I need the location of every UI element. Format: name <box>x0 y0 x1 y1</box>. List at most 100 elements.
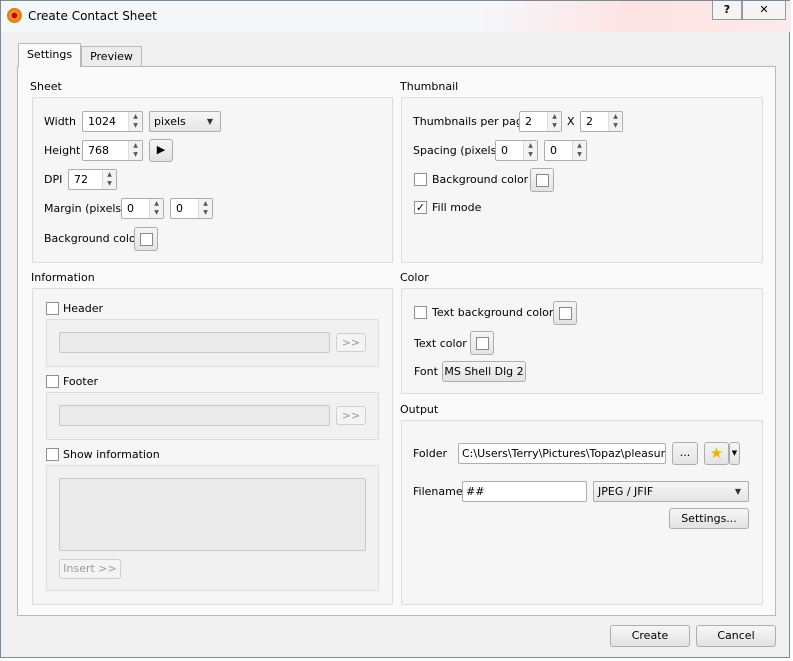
spin-arrows-icon[interactable]: ▲ ▼ <box>102 170 116 189</box>
font-label: Font <box>414 365 438 378</box>
create-button[interactable]: Create <box>610 625 690 647</box>
margin-label: Margin (pixels) <box>44 202 126 215</box>
color-swatch <box>140 233 153 246</box>
play-icon: ▶ <box>156 143 166 156</box>
width-spinbox[interactable]: 1024 ▲ ▼ <box>82 111 143 132</box>
spacing-y-spinbox[interactable]: 0 ▲ ▼ <box>544 140 587 161</box>
footer-label: Footer <box>63 375 98 388</box>
tab-label: Preview <box>90 50 133 63</box>
browse-button[interactable]: ... <box>672 442 698 465</box>
thumb-bg-checkbox[interactable] <box>414 173 427 186</box>
info-textarea[interactable] <box>59 478 366 551</box>
insert-button[interactable]: Insert >> <box>59 559 121 579</box>
information-title: Information <box>31 271 95 284</box>
app-icon <box>7 8 22 23</box>
color-swatch <box>559 307 572 320</box>
text-color-label: Text color <box>414 337 467 350</box>
unit-value: pixels <box>154 115 186 128</box>
favorites-button[interactable]: ★ <box>704 442 729 465</box>
spacing-x-value: 0 <box>501 144 508 157</box>
show-info-label: Show information <box>63 448 160 461</box>
format-settings-button[interactable]: Settings... <box>669 508 749 529</box>
width-label: Width <box>44 115 76 128</box>
favorites-dropdown-button[interactable]: ▼ <box>729 442 740 465</box>
sheet-title: Sheet <box>30 80 62 93</box>
spin-arrows-icon[interactable]: ▲ ▼ <box>547 112 561 131</box>
footer-checkbox[interactable] <box>46 375 59 388</box>
margin-y-spinbox[interactable]: 0 ▲ ▼ <box>170 198 213 219</box>
star-icon: ★ <box>709 444 724 462</box>
margin-x-spinbox[interactable]: 0 ▲ ▼ <box>121 198 164 219</box>
cols-spinbox[interactable]: 2 ▲ ▼ <box>519 111 562 132</box>
dpi-value: 72 <box>74 173 88 186</box>
chevron-down-icon: ▼ <box>734 487 741 496</box>
rows-value: 2 <box>586 115 593 128</box>
font-button[interactable]: MS Shell Dlg 2 <box>442 361 526 382</box>
per-page-label: Thumbnails per page <box>413 115 530 128</box>
width-value: 1024 <box>88 115 116 128</box>
sheet-bg-color-button[interactable] <box>134 227 158 251</box>
format-select[interactable]: JPEG / JFIF ▼ <box>593 481 749 502</box>
thumb-bg-color-button[interactable] <box>530 168 554 192</box>
text-bg-label: Text background color <box>432 306 554 319</box>
sheet-bg-label: Background color <box>44 232 141 245</box>
header-input[interactable] <box>59 332 330 353</box>
fill-mode-label: Fill mode <box>432 201 482 214</box>
output-title: Output <box>400 403 439 416</box>
format-value: JPEG / JFIF <box>598 485 654 498</box>
dpi-label: DPI <box>44 173 63 186</box>
text-bg-checkbox[interactable] <box>414 306 427 319</box>
spin-arrows-icon[interactable]: ▲ ▼ <box>572 141 586 160</box>
filename-input[interactable]: ## <box>462 481 587 502</box>
spin-arrows-icon[interactable]: ▲ ▼ <box>608 112 622 131</box>
height-value: 768 <box>88 144 109 157</box>
height-spinbox[interactable]: 768 ▲ ▼ <box>82 140 143 161</box>
text-bg-color-button[interactable] <box>553 301 577 325</box>
folder-input[interactable]: C:\Users\Terry\Pictures\Topaz\pleasure1 <box>458 443 666 464</box>
spin-arrows-icon[interactable]: ▲ ▼ <box>149 199 163 218</box>
help-icon: ? <box>723 3 731 16</box>
color-title: Color <box>400 271 429 284</box>
height-label: Height <box>44 144 81 157</box>
show-info-checkbox[interactable] <box>46 448 59 461</box>
header-label: Header <box>63 302 104 315</box>
folder-label: Folder <box>413 447 447 460</box>
spacing-y-value: 0 <box>550 144 557 157</box>
color-swatch <box>536 174 549 187</box>
thumbnail-title: Thumbnail <box>400 80 459 93</box>
unit-select[interactable]: pixels ▼ <box>149 111 221 132</box>
header-insert-button[interactable]: >> <box>336 333 366 352</box>
color-swatch <box>476 337 489 350</box>
close-button[interactable]: ✕ <box>742 1 786 20</box>
spin-arrows-icon[interactable]: ▲ ▼ <box>128 141 142 160</box>
title-bar: Create Contact Sheet ? ✕ <box>1 1 791 32</box>
text-color-button[interactable] <box>470 331 494 355</box>
tab-settings[interactable]: Settings <box>18 43 81 67</box>
tab-preview[interactable]: Preview <box>81 46 142 67</box>
window-title: Create Contact Sheet <box>28 9 157 23</box>
footer-input[interactable] <box>59 405 330 426</box>
spacing-x-spinbox[interactable]: 0 ▲ ▼ <box>495 140 538 161</box>
close-icon: ✕ <box>759 3 769 16</box>
spin-arrows-icon[interactable]: ▲ ▼ <box>128 112 142 131</box>
rows-spinbox[interactable]: 2 ▲ ▼ <box>580 111 623 132</box>
margin-x-value: 0 <box>127 202 134 215</box>
x-label: X <box>567 115 575 128</box>
spacing-label: Spacing (pixels) <box>413 144 501 157</box>
filename-label: Filename <box>413 485 463 498</box>
fill-mode-checkbox[interactable]: ✓ <box>414 201 427 214</box>
swap-orientation-button[interactable]: ▶ <box>149 139 173 162</box>
cols-value: 2 <box>525 115 532 128</box>
dpi-spinbox[interactable]: 72 ▲ ▼ <box>68 169 117 190</box>
spin-arrows-icon[interactable]: ▲ ▼ <box>523 141 537 160</box>
tab-label: Settings <box>26 48 73 61</box>
chevron-down-icon: ▼ <box>731 449 738 457</box>
footer-insert-button[interactable]: >> <box>336 406 366 425</box>
thumb-bg-label: Background color <box>432 173 529 186</box>
help-button[interactable]: ? <box>712 1 742 20</box>
cancel-button[interactable]: Cancel <box>696 625 776 647</box>
spin-arrows-icon[interactable]: ▲ ▼ <box>198 199 212 218</box>
checkmark-icon: ✓ <box>415 201 426 214</box>
chevron-down-icon: ▼ <box>206 117 213 126</box>
header-checkbox[interactable] <box>46 302 59 315</box>
